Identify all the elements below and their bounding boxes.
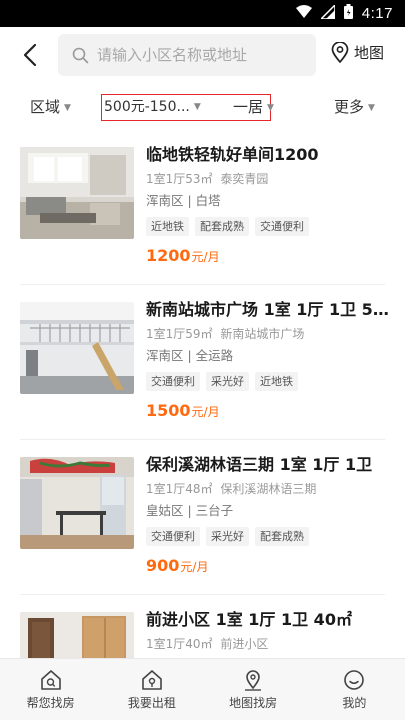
listing-tag: 近地铁: [255, 372, 298, 391]
clock: 4:17: [361, 5, 393, 22]
nav-rent-out[interactable]: 我要出租: [101, 659, 202, 720]
bottom-nav: 帮您找房 我要出租 地图找房 我的: [0, 658, 405, 720]
listing-title: 新南站城市广场 1室 1厅 1卫 59㎡: [146, 300, 391, 319]
listing-photo: [20, 147, 134, 239]
search-box[interactable]: [58, 34, 316, 76]
listing-community: 新南站城市广场: [220, 327, 305, 341]
listing-community: 保利溪湖林语三期: [220, 482, 317, 496]
listing-tag: 交通便利: [146, 527, 200, 546]
back-arrow-icon: [23, 43, 37, 67]
back-button[interactable]: [16, 40, 44, 70]
nav-label: 我要出租: [127, 695, 176, 710]
nav-label: 帮您找房: [26, 695, 75, 710]
listing-meta: 1室1厅40㎡ 前进小区: [146, 636, 391, 652]
listing-item[interactable]: 临地铁轻轨好单间1200 1室1厅53㎡ 泰奕青园 浑南区 | 白塔 近地铁 配…: [0, 130, 405, 285]
listing-tags: 交通便利 采光好 配套成熟: [146, 527, 391, 546]
price-value: 900: [146, 556, 180, 575]
chevron-down-icon: ▼: [368, 102, 375, 113]
listing-title: 临地铁轻轨好单间1200: [146, 145, 319, 164]
listing-community: 泰奕青园: [220, 172, 269, 186]
listing-tags: 近地铁 配套成熟 交通便利: [146, 217, 391, 236]
filter-more[interactable]: 更多 ▼: [334, 96, 375, 117]
listing-tag: 采光好: [206, 527, 249, 546]
filter-price[interactable]: 500元-150... ▼: [104, 96, 201, 116]
signal-icon: [318, 2, 336, 23]
listing-meta: 1室1厅48㎡ 保利溪湖林语三期: [146, 481, 391, 497]
nav-label: 地图找房: [229, 695, 278, 710]
location-pin-icon: [331, 42, 349, 63]
listing-tag: 采光好: [206, 372, 249, 391]
listing-price: 900元/月: [146, 556, 391, 577]
listing-district: 皇姑区 | 三台子: [146, 503, 234, 518]
status-bar: 4:17: [0, 0, 405, 27]
filter-area-label: 区域: [30, 98, 61, 116]
listing-community: 前进小区: [220, 637, 269, 651]
listing-tag: 近地铁: [146, 217, 189, 236]
listing-tag: 配套成熟: [195, 217, 249, 236]
listing-layout: 1室1厅48㎡: [146, 482, 213, 496]
filter-price-label: 500元-150...: [104, 99, 190, 115]
search-icon: [72, 47, 89, 63]
listing-item[interactable]: 新南站城市广场 1室 1厅 1卫 59㎡ 1室1厅59㎡ 新南站城市广场 浑南区…: [0, 285, 405, 440]
chevron-down-icon: ▼: [64, 102, 71, 113]
header: 地图: [0, 27, 405, 84]
listing-title: 保利溪湖林语三期 1室 1厅 1卫: [146, 455, 373, 474]
house-rent-icon: [142, 669, 162, 690]
nav-label: 我的: [342, 695, 367, 710]
listing-tag: 交通便利: [146, 372, 200, 391]
listing-tag: 交通便利: [255, 217, 309, 236]
listing-layout: 1室1厅40㎡: [146, 637, 213, 651]
listing-item[interactable]: 保利溪湖林语三期 1室 1厅 1卫 1室1厅48㎡ 保利溪湖林语三期 皇姑区 |…: [0, 440, 405, 595]
listing-tags: 交通便利 采光好 近地铁: [146, 372, 391, 391]
nav-map-search[interactable]: 地图找房: [203, 659, 304, 720]
search-input[interactable]: [97, 46, 307, 64]
filter-bar: 区域 ▼ 500元-150... ▼ 一居 ▼ 更多 ▼: [0, 84, 405, 130]
map-pin-icon: [245, 669, 262, 691]
smiley-icon: [344, 669, 365, 690]
price-value: 1200: [146, 246, 191, 265]
listing-layout: 1室1厅53㎡: [146, 172, 213, 186]
map-label: 地图: [354, 44, 385, 62]
nav-find-house[interactable]: 帮您找房: [0, 659, 101, 720]
nav-profile[interactable]: 我的: [304, 659, 405, 720]
price-value: 1500: [146, 401, 191, 420]
filter-rooms-label: 一居: [233, 98, 264, 116]
price-unit: 元/月: [180, 560, 209, 574]
listing-district: 浑南区 | 全运路: [146, 348, 234, 363]
filter-more-label: 更多: [334, 98, 365, 116]
price-unit: 元/月: [191, 405, 220, 419]
house-search-icon: [40, 669, 61, 690]
listing-tag: 配套成熟: [255, 527, 309, 546]
listing-meta: 1室1厅53㎡ 泰奕青园: [146, 171, 391, 187]
price-unit: 元/月: [191, 250, 220, 264]
listing-district: 浑南区 | 白塔: [146, 193, 221, 208]
filter-rooms[interactable]: 一居 ▼: [233, 96, 274, 117]
chevron-down-icon: ▼: [193, 102, 201, 112]
listing-price: 1200元/月: [146, 246, 391, 267]
listing-meta: 1室1厅59㎡ 新南站城市广场: [146, 326, 391, 342]
map-button[interactable]: 地图: [331, 42, 384, 63]
listing-photo: [20, 457, 134, 549]
listing-photo: [20, 302, 134, 394]
listing-layout: 1室1厅59㎡: [146, 327, 213, 341]
filter-area[interactable]: 区域 ▼: [30, 96, 71, 117]
listing-price: 1500元/月: [146, 401, 391, 422]
wifi-icon: [295, 5, 312, 22]
listing-title: 前进小区 1室 1厅 1卫 40㎡: [146, 610, 352, 629]
battery-icon: [343, 4, 353, 23]
chevron-down-icon: ▼: [267, 102, 274, 113]
